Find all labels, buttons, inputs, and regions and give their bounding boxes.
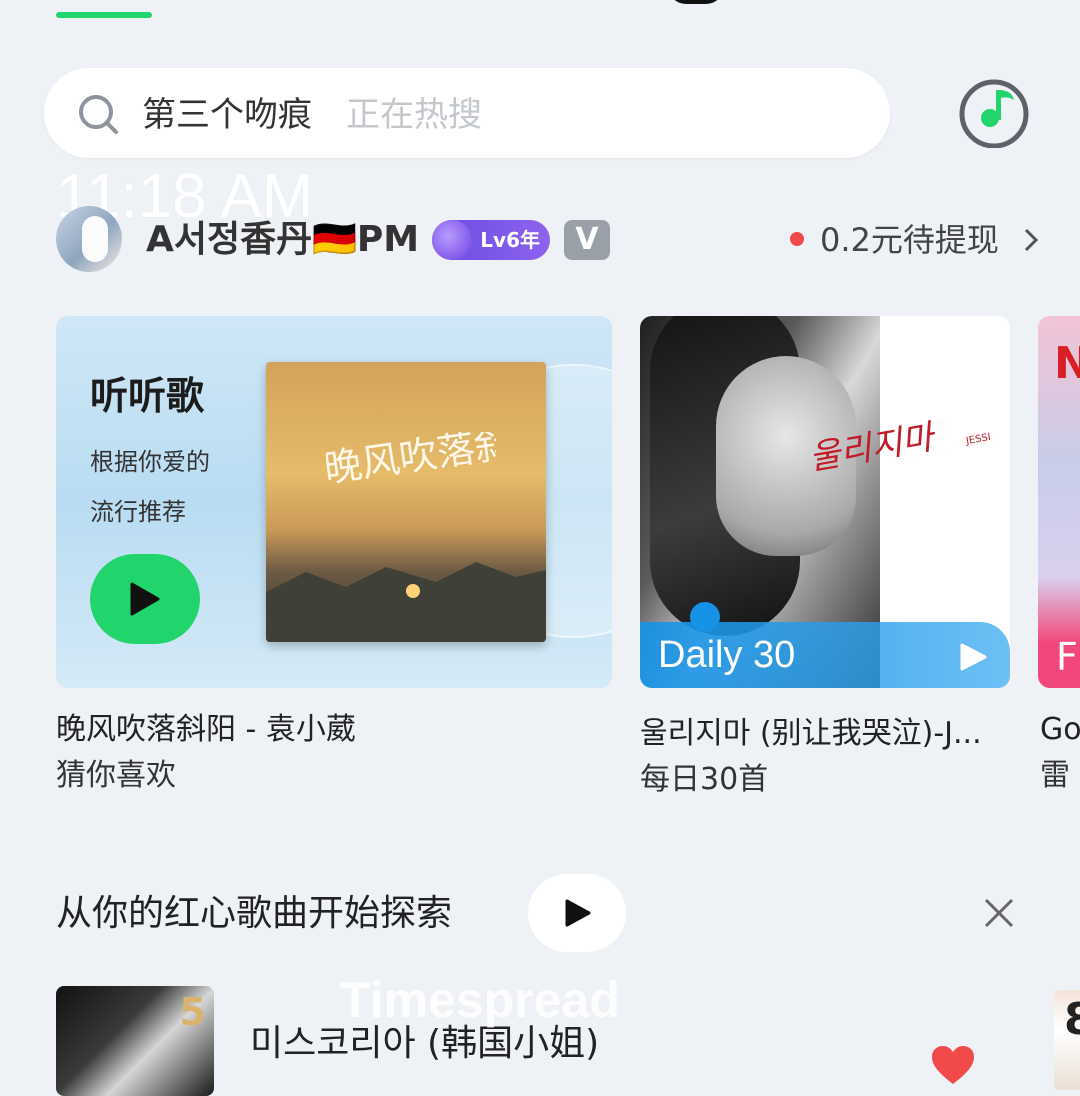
section-play-button[interactable] — [528, 874, 626, 952]
search-trending-term[interactable]: 第三个吻痕 — [142, 92, 312, 138]
recommend-card-partial[interactable]: N F — [1038, 316, 1080, 688]
logo-letter: N — [1054, 338, 1080, 389]
level-badge[interactable]: Lv6年 — [432, 220, 550, 260]
album-title-art: 晚风吹落斜阳 — [326, 432, 496, 491]
card-caption-sub: 每日30首 — [640, 762, 769, 797]
section-title: 从你的红心歌曲开始探索 — [56, 893, 453, 934]
card-caption-sub: 雷 — [1040, 758, 1070, 793]
top-tab-fragment — [668, 0, 724, 4]
daily-label: Daily 30 — [658, 634, 796, 676]
username[interactable]: A서정香丹🇩🇪PM — [146, 216, 419, 264]
play-button[interactable] — [90, 554, 200, 644]
card-caption-title[interactable]: Go — [1040, 710, 1080, 750]
watermark: Timespread — [340, 972, 620, 1028]
close-icon[interactable] — [982, 896, 1016, 930]
vip-badge[interactable]: V — [564, 220, 610, 260]
card-subtitle-line1: 根据你爱的 — [90, 448, 210, 476]
play-icon[interactable] — [958, 642, 988, 672]
music-note-icon[interactable] — [958, 76, 1030, 148]
card-caption-sub: 猜你喜欢 — [56, 758, 176, 793]
overlay-letter: F — [1056, 635, 1078, 679]
song-thumbnail-partial[interactable]: 8 — [1054, 990, 1080, 1090]
album-script-artist: JESSI — [965, 431, 992, 448]
cashout-link[interactable]: 0.2元待提现 — [820, 216, 999, 264]
sun-graphic — [406, 584, 420, 598]
thumb-number: 5 — [179, 990, 206, 1034]
thumb2-glyph: 8 — [1064, 994, 1080, 1045]
svg-text:晚风吹落斜阳: 晚风吹落斜阳 — [326, 432, 496, 491]
search-icon[interactable] — [76, 92, 120, 136]
card-caption-title[interactable]: 晚风吹落斜阳 - 袁小葳 — [56, 710, 612, 750]
recommend-card-daily30[interactable]: 울리지마 JESSI Daily 30 — [640, 316, 1010, 688]
card-caption-title[interactable]: 울리지마 (别让我哭泣)-J... — [640, 714, 1010, 754]
card-subtitle-line2: 流行推荐 — [90, 498, 186, 526]
play-icon — [565, 899, 591, 927]
play-icon — [130, 582, 160, 616]
recommend-card-listen[interactable]: 听听歌 根据你爱的 流行推荐 晚风吹落斜阳 — [56, 316, 612, 688]
search-trending-hint: 正在热搜 — [346, 95, 482, 135]
chevron-right-icon[interactable] — [1018, 226, 1046, 254]
avatar[interactable] — [56, 206, 122, 272]
mountains-graphic — [266, 562, 546, 642]
active-tab-indicator — [56, 12, 152, 18]
card-title: 听听歌 — [90, 374, 205, 418]
notification-dot — [790, 232, 804, 246]
album-cover: 晚风吹落斜阳 — [266, 362, 546, 642]
